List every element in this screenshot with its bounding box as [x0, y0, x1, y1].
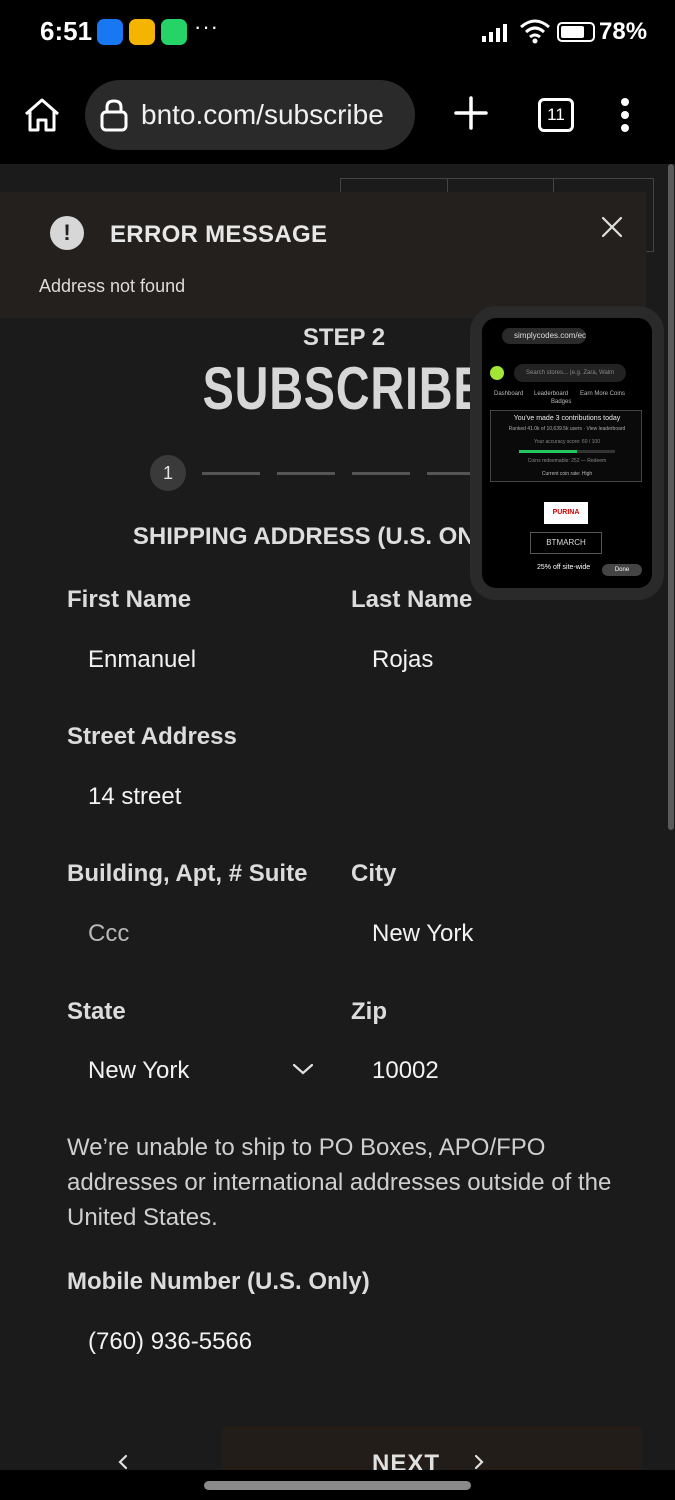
download-icon [129, 19, 155, 45]
home-icon[interactable] [22, 96, 62, 134]
battery-percent: 78% [599, 18, 648, 45]
url-text: bnto.com/subscribe [141, 99, 384, 130]
next-button[interactable]: NEXT [372, 1450, 440, 1470]
first-name-label: First Name [67, 586, 192, 613]
state-select[interactable]: New York [88, 1057, 189, 1085]
building-label: Building, Apt, # Suite [67, 860, 308, 887]
last-name-label: Last Name [351, 586, 473, 613]
pip-stats-card: You've made 3 contributions today Ranked… [490, 410, 642, 482]
signal-icon [482, 24, 507, 42]
close-icon[interactable] [599, 214, 625, 240]
status-time: 6:51 [40, 16, 93, 46]
facebook-icon [97, 19, 123, 45]
pip-done-button: Done [602, 564, 642, 576]
pip-nav-badges: Badges [551, 399, 572, 405]
building-field[interactable]: Ccc [88, 920, 129, 948]
step-indicator [277, 472, 335, 475]
status-bar: 6:51 ··· 78% [0, 0, 675, 66]
step-indicator [202, 472, 260, 475]
wifi-icon [520, 19, 550, 44]
lock-icon [100, 99, 128, 132]
step-indicator [352, 472, 410, 475]
address-bar[interactable]: bnto.com/subscribe [85, 80, 415, 150]
first-name-field[interactable]: Enmanuel [88, 646, 196, 674]
street-address-label: Street Address [67, 723, 237, 750]
pip-brand-logo: PURINA [544, 502, 588, 524]
battery-icon [557, 22, 595, 42]
mobile-label: Mobile Number (U.S. Only) [67, 1268, 370, 1295]
street-address-field[interactable]: 14 street [88, 783, 181, 811]
pip-offer-text: 25% off site-wide [537, 564, 591, 571]
more-notifications-icon: ··· [194, 14, 219, 39]
pip-card-coins: Coins redeemable: 252 — Redeem [527, 458, 607, 464]
city-field[interactable]: New York [372, 920, 473, 948]
home-gesture-pill[interactable] [204, 1481, 471, 1490]
alert-icon: ! [50, 216, 84, 250]
pip-nav-leaderboard: Leaderboard [534, 391, 569, 397]
back-chevron-icon[interactable] [116, 1454, 130, 1470]
pip-accuracy-bar [519, 450, 615, 453]
pip-card-title: You've made 3 contributions today [513, 415, 621, 422]
pip-card-rate: Current coin rate: High [541, 471, 593, 477]
pip-search-input: Search stores... (e.g. Zara, Walm [514, 364, 626, 382]
error-title: ERROR MESSAGE [110, 221, 328, 248]
zip-field[interactable]: 10002 [372, 1057, 439, 1085]
pip-card-rank: Ranked 41.0k of 10,639.5k users · View l… [508, 426, 626, 432]
last-name-field[interactable]: Rojas [372, 646, 433, 674]
state-label: State [67, 998, 126, 1025]
pip-nav-dashboard: Dashboard [494, 391, 524, 397]
scrollbar[interactable] [668, 164, 674, 830]
browser-menu-icon[interactable] [612, 96, 638, 134]
tab-switcher-button[interactable]: 11 [538, 98, 574, 132]
step-indicator-current: 1 [150, 455, 186, 491]
form-navigation: NEXT [0, 1426, 675, 1470]
browser-toolbar: bnto.com/subscribe 11 [0, 66, 675, 164]
mobile-field[interactable]: (760) 936-5566 [88, 1328, 252, 1356]
pip-card-accuracy: Your accuracy score: 60 / 100 [534, 439, 600, 445]
new-tab-icon[interactable] [452, 94, 490, 132]
battery-level [561, 26, 584, 38]
error-banner: ! ERROR MESSAGE Address not found [0, 192, 646, 318]
simplycodes-logo-icon [490, 366, 504, 380]
shipping-notice: We’re unable to ship to PO Boxes, APO/FP… [67, 1134, 612, 1231]
zip-label: Zip [351, 998, 387, 1025]
city-label: City [351, 860, 397, 887]
pip-url: simplycodes.com/ec [502, 328, 586, 344]
pip-coupon-code: BTMARCH [530, 532, 602, 554]
pip-nav-earn: Earn More Coins [580, 391, 626, 397]
floating-window[interactable]: simplycodes.com/ec Search stores... (e.g… [470, 306, 664, 600]
chevron-right-icon[interactable] [472, 1454, 486, 1470]
chevron-down-icon[interactable] [292, 1062, 314, 1076]
floating-window-screen: simplycodes.com/ec Search stores... (e.g… [482, 318, 652, 588]
error-message: Address not found [39, 276, 186, 296]
gesture-bar [0, 1470, 675, 1500]
whatsapp-icon [161, 19, 187, 45]
